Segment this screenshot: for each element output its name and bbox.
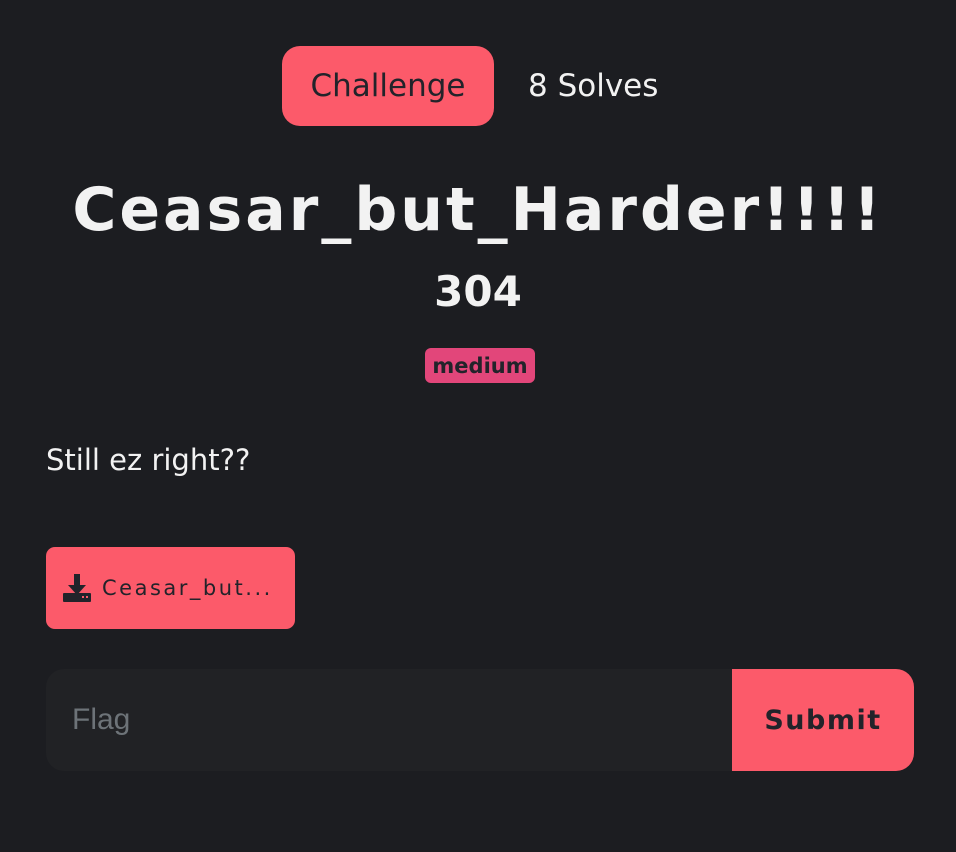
- flag-submit-form: Submit: [46, 669, 914, 771]
- download-icon: [62, 573, 92, 603]
- download-file-button[interactable]: Ceasar_but...: [46, 547, 295, 629]
- challenge-points: 304: [434, 267, 522, 316]
- challenge-tabs: Challenge 8 Solves: [282, 46, 658, 126]
- flag-input[interactable]: [46, 669, 732, 771]
- challenge-description: Still ez right??: [46, 443, 251, 477]
- tab-challenge[interactable]: Challenge: [282, 46, 494, 126]
- file-name-label: Ceasar_but...: [102, 576, 273, 600]
- tab-solves[interactable]: 8 Solves: [528, 68, 658, 104]
- submit-button[interactable]: Submit: [732, 669, 914, 771]
- challenge-title: Ceasar_but_Harder!!!!: [72, 175, 884, 245]
- difficulty-badge: medium: [425, 348, 535, 383]
